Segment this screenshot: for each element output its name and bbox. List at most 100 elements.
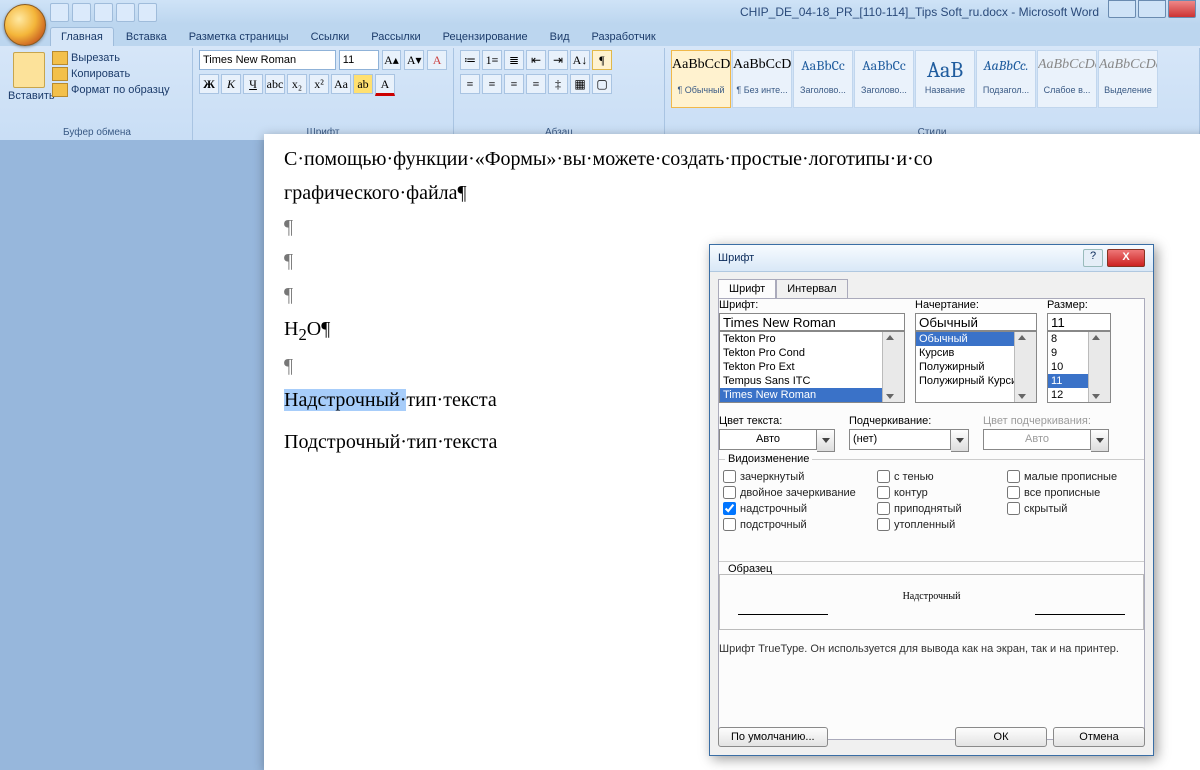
chk-emboss[interactable]: приподнятый [877, 502, 962, 515]
dialog-close-button[interactable]: X [1107, 249, 1145, 267]
cut-button[interactable]: Вырезать [50, 50, 172, 66]
shrink-font-button[interactable]: A▾ [404, 50, 424, 70]
dialog-help-button[interactable]: ? [1083, 249, 1103, 267]
chk-engrave[interactable]: утопленный [877, 518, 962, 531]
italic-button[interactable]: К [221, 74, 241, 94]
chk-strike[interactable]: зачеркнутый [723, 470, 856, 483]
style-gallery-item[interactable]: AaBbCcЗаголово... [854, 50, 914, 108]
dialog-title: Шрифт [718, 252, 754, 264]
cancel-button[interactable]: Отмена [1053, 727, 1145, 747]
scrollbar[interactable] [882, 332, 904, 402]
style-gallery-item[interactable]: AaBbCcDd¶ Обычный [671, 50, 731, 108]
qat-undo-icon[interactable] [72, 3, 91, 22]
qat-print-icon[interactable] [116, 3, 135, 22]
scrollbar[interactable] [1014, 332, 1036, 402]
indent-dec-button[interactable]: ⇤ [526, 50, 546, 70]
grow-font-button[interactable]: A▴ [382, 50, 402, 70]
justify-button[interactable]: ≡ [526, 74, 546, 94]
qat-more-icon[interactable] [138, 3, 157, 22]
underline-color-dropdown: Авто [983, 429, 1091, 450]
superscript-button[interactable]: x² [309, 74, 329, 94]
show-marks-button[interactable]: ¶ [592, 50, 612, 70]
tab-review[interactable]: Рецензирование [433, 28, 538, 46]
borders-button[interactable]: ▢ [592, 74, 612, 94]
chk-smallcaps[interactable]: малые прописные [1007, 470, 1117, 483]
maximize-button[interactable] [1138, 0, 1166, 18]
qat-redo-icon[interactable] [94, 3, 113, 22]
qat-save-icon[interactable] [50, 3, 69, 22]
selected-text: Надстрочный· [284, 389, 406, 411]
tab-home[interactable]: Главная [50, 27, 114, 46]
close-button[interactable] [1168, 0, 1196, 18]
shading-button[interactable]: ▦ [570, 74, 590, 94]
paste-button[interactable]: Вставить [8, 50, 50, 102]
group-clipboard-label: Буфер обмена [8, 125, 186, 140]
dialog-tab-font[interactable]: Шрифт [718, 279, 776, 299]
clear-format-button[interactable]: A [427, 50, 447, 70]
align-left-button[interactable]: ≡ [460, 74, 480, 94]
style-input[interactable] [915, 313, 1037, 331]
strike-button[interactable]: abc [265, 74, 285, 94]
chk-hidden[interactable]: скрытый [1007, 502, 1117, 515]
highlight-button[interactable]: ab [353, 74, 373, 94]
minimize-button[interactable] [1108, 0, 1136, 18]
styles-gallery[interactable]: AaBbCcDd¶ ОбычныйAaBbCcDd¶ Без инте...Aa… [671, 50, 1193, 108]
align-center-button[interactable]: ≡ [482, 74, 502, 94]
change-case-button[interactable]: Aa [331, 74, 351, 94]
scissors-icon [52, 51, 68, 65]
font-input[interactable] [719, 313, 905, 331]
font-name-combo[interactable]: Times New Roman [199, 50, 336, 70]
font-color-dropdown[interactable]: Авто [719, 429, 817, 450]
chk-double-strike[interactable]: двойное зачеркивание [723, 486, 856, 499]
ok-button[interactable]: ОК [955, 727, 1047, 747]
numbering-button[interactable]: 1≡ [482, 50, 502, 70]
dropdown-button[interactable] [951, 429, 969, 452]
tab-mailings[interactable]: Рассылки [361, 28, 430, 46]
multilevel-button[interactable]: ≣ [504, 50, 524, 70]
font-color-button[interactable]: A [375, 74, 395, 96]
title-bar: CHIP_DE_04-18_PR_[110-114]_Tips Soft_ru.… [0, 0, 1200, 24]
dropdown-button[interactable] [817, 429, 835, 452]
dialog-tab-spacing[interactable]: Интервал [776, 279, 847, 299]
tab-view[interactable]: Вид [540, 28, 580, 46]
font-listbox[interactable]: Tekton Pro Tekton Pro Cond Tekton Pro Ex… [719, 331, 905, 403]
tab-developer[interactable]: Разработчик [582, 28, 666, 46]
sort-button[interactable]: A↓ [570, 50, 590, 70]
font-size-combo[interactable]: 11 [339, 50, 379, 70]
quick-access-toolbar [50, 3, 157, 22]
format-painter-button[interactable]: Формат по образцу [50, 82, 172, 98]
default-button[interactable]: По умолчанию... [718, 727, 828, 747]
chk-outline[interactable]: контур [877, 486, 962, 499]
chk-superscript[interactable]: надстрочный [723, 502, 856, 515]
label-underline: Подчеркивание: [849, 415, 969, 427]
style-gallery-item[interactable]: AaBbCc.Подзагол... [976, 50, 1036, 108]
align-right-button[interactable]: ≡ [504, 74, 524, 94]
style-gallery-item[interactable]: AaBbCcDdВыделение [1098, 50, 1158, 108]
bold-button[interactable]: Ж [199, 74, 219, 94]
indent-inc-button[interactable]: ⇥ [548, 50, 568, 70]
subscript-button[interactable]: x₂ [287, 74, 307, 94]
dialog-titlebar[interactable]: Шрифт ? X [710, 245, 1153, 272]
bullets-button[interactable]: ≔ [460, 50, 480, 70]
tab-insert[interactable]: Вставка [116, 28, 177, 46]
copy-icon [52, 67, 68, 81]
style-gallery-item[interactable]: AaBНазвание [915, 50, 975, 108]
underline-dropdown[interactable]: (нет) [849, 429, 951, 450]
style-listbox[interactable]: Обычный Курсив Полужирный Полужирный Кур… [915, 331, 1037, 403]
style-gallery-item[interactable]: AaBbCcDdСлабое в... [1037, 50, 1097, 108]
tab-references[interactable]: Ссылки [301, 28, 360, 46]
style-gallery-item[interactable]: AaBbCcDd¶ Без инте... [732, 50, 792, 108]
tab-page-layout[interactable]: Разметка страницы [179, 28, 299, 46]
scrollbar[interactable] [1088, 332, 1110, 402]
line-spacing-button[interactable]: ‡ [548, 74, 568, 94]
window-title: CHIP_DE_04-18_PR_[110-114]_Tips Soft_ru.… [740, 5, 1099, 19]
office-button[interactable] [4, 4, 46, 46]
style-gallery-item[interactable]: AaBbCcЗаголово... [793, 50, 853, 108]
size-listbox[interactable]: 8 9 10 11 12 [1047, 331, 1111, 403]
copy-button[interactable]: Копировать [50, 66, 172, 82]
chk-shadow[interactable]: с тенью [877, 470, 962, 483]
size-input[interactable] [1047, 313, 1111, 331]
underline-button[interactable]: Ч [243, 74, 263, 94]
chk-subscript[interactable]: подстрочный [723, 518, 856, 531]
chk-allcaps[interactable]: все прописные [1007, 486, 1117, 499]
